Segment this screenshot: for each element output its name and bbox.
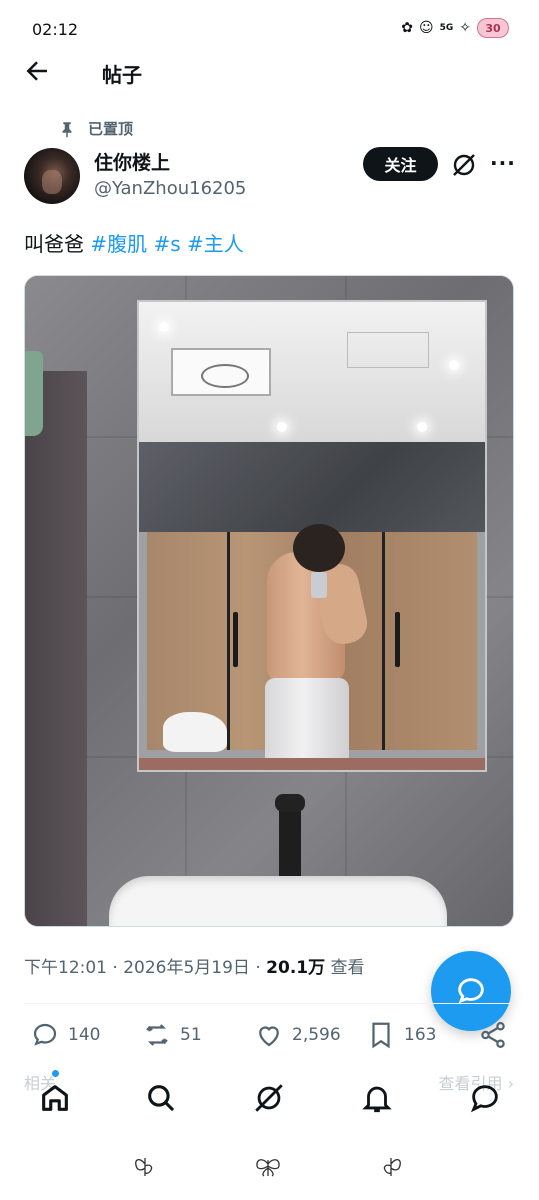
meta-separator: · (255, 958, 267, 978)
image-door (25, 371, 87, 926)
hashtag[interactable]: #主人 (187, 232, 244, 256)
grok-icon (453, 154, 475, 176)
tweet-body: 叫爸爸 (24, 232, 84, 256)
more-icon: ··· (490, 151, 516, 175)
system-home-button[interactable] (253, 1152, 283, 1182)
butterfly-icon (135, 1158, 153, 1176)
repost-count: 51 (180, 1025, 202, 1045)
system-nav-bar (0, 1140, 539, 1200)
image-faucet (275, 794, 305, 884)
notification-icon-2: ☺ (419, 20, 434, 36)
back-arrow-icon (26, 61, 47, 81)
share-icon (481, 1022, 505, 1048)
reply-fab-button[interactable] (431, 951, 511, 1031)
nav-home[interactable] (35, 1078, 75, 1118)
nav-messages[interactable] (465, 1078, 505, 1118)
tweet-text: 叫爸爸 #腹肌 #s #主人 (24, 228, 244, 257)
system-recents-button[interactable] (376, 1152, 406, 1182)
avatar[interactable] (24, 148, 80, 204)
like-button[interactable]: 2,596 (254, 1020, 341, 1050)
mirror-floor (139, 758, 485, 770)
battery-indicator: 30 (477, 18, 509, 38)
heart-icon (259, 1026, 279, 1047)
repost-icon (146, 1024, 168, 1046)
mirror-head (293, 524, 345, 572)
view-count[interactable]: 20.1万 (266, 958, 325, 978)
butterfly-icon (383, 1158, 401, 1176)
mirror-light (159, 322, 169, 332)
repost-button[interactable]: 51 (142, 1020, 202, 1050)
mirror-handle (395, 612, 400, 667)
bookmark-count: 163 (404, 1025, 437, 1045)
share-button[interactable] (478, 1020, 508, 1050)
mirror-phone (311, 572, 327, 598)
back-button[interactable] (22, 56, 52, 86)
notifications-icon (362, 1086, 392, 1113)
nav-grok[interactable] (249, 1078, 289, 1118)
reply-icon (33, 1023, 57, 1046)
post-time: 下午12:01 (24, 958, 107, 978)
follow-button[interactable]: 关注 (363, 147, 438, 181)
butterfly-icon (256, 1159, 280, 1177)
grok-button[interactable] (450, 151, 478, 179)
hashtag[interactable]: #s (153, 232, 180, 256)
divider (24, 1003, 514, 1004)
bookmark-button[interactable]: 163 (366, 1020, 436, 1050)
status-icons: ✿ ☺ 5G ✧ 30 (401, 18, 509, 38)
image-sink (109, 876, 447, 926)
post-image[interactable] (24, 275, 514, 927)
mirror-handle (233, 612, 238, 667)
search-icon (148, 1085, 175, 1112)
reply-count: 140 (68, 1025, 101, 1045)
reply-button[interactable]: 140 (30, 1020, 100, 1050)
mirror-clothes (163, 712, 227, 752)
top-bar: 帖子 (0, 50, 539, 94)
signal-icon: ✧ (459, 20, 471, 36)
action-bar: 140 51 2,596 163 (0, 1020, 539, 1058)
nav-notifications[interactable] (357, 1078, 397, 1118)
hashtag[interactable]: #腹肌 (90, 232, 147, 256)
mirror-light (449, 360, 459, 370)
post-meta: 下午12:01 · 2026年5月19日 · 20.1万 查看 (24, 953, 365, 978)
notification-icon: ✿ (401, 20, 413, 36)
grok-icon (255, 1084, 283, 1112)
pinned-indicator: 已置顶 (58, 118, 133, 139)
image-towel (25, 351, 43, 436)
status-time: 02:12 (32, 20, 79, 39)
bottom-nav (0, 1070, 539, 1130)
image-mirror (137, 300, 487, 772)
meta-separator: · (112, 958, 124, 978)
like-count: 2,596 (292, 1025, 341, 1045)
mirror-light (417, 422, 427, 432)
pin-icon (62, 121, 72, 137)
mirror-wall (139, 442, 485, 532)
mirror-panel (347, 332, 429, 368)
system-back-button[interactable] (130, 1152, 160, 1182)
post-date: 2026年5月19日 (123, 958, 250, 978)
page-title: 帖子 (102, 63, 142, 87)
author-name[interactable]: 住你楼上 (94, 148, 170, 175)
mirror-fan (171, 348, 271, 396)
home-icon (42, 1085, 68, 1111)
mirror-pants (265, 678, 349, 766)
mirror-light (277, 422, 287, 432)
author-handle[interactable]: @YanZhou16205 (94, 178, 246, 199)
pinned-label: 已置顶 (88, 120, 134, 138)
nav-search[interactable] (141, 1078, 181, 1118)
messages-icon (470, 1085, 498, 1113)
view-label: 查看 (330, 958, 365, 978)
more-options-button[interactable]: ··· (490, 151, 516, 179)
bookmark-icon (372, 1022, 390, 1049)
network-indicator: 5G (439, 23, 454, 33)
